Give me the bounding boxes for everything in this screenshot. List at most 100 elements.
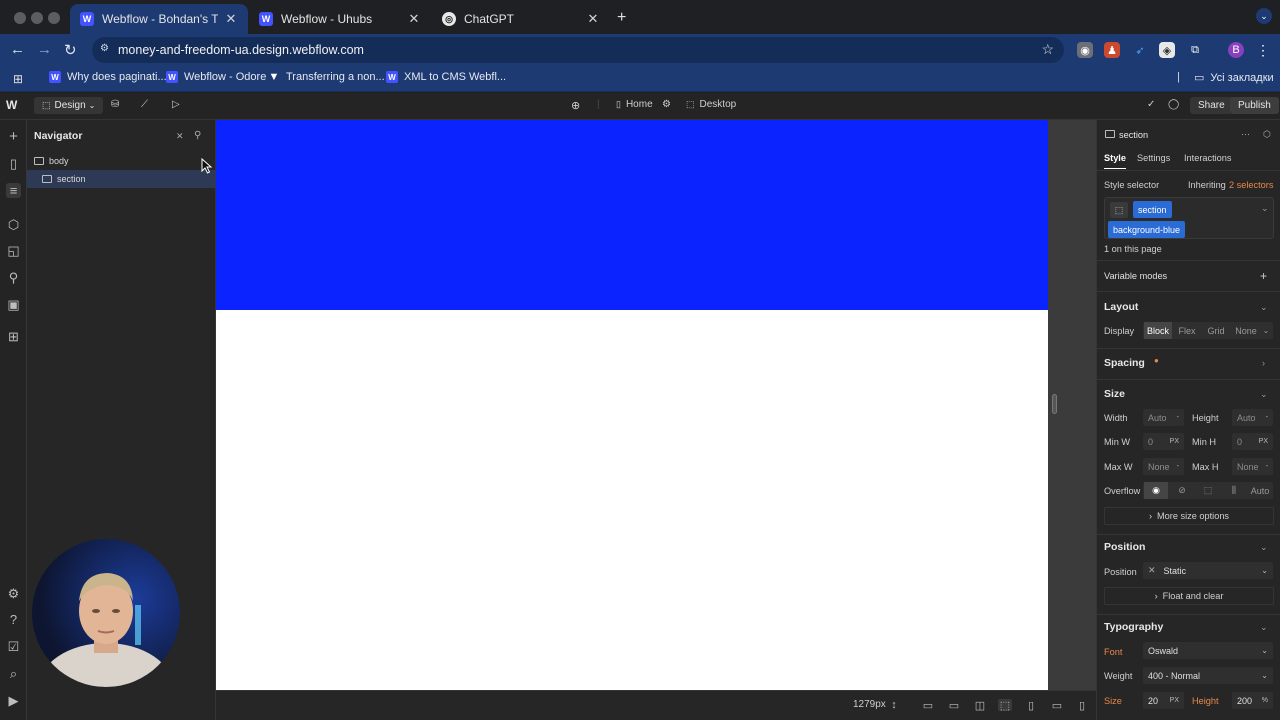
navigator-item-section[interactable]: section	[27, 170, 216, 188]
back-arrow-icon[interactable]: ←	[10, 41, 25, 58]
inheriting-selectors-link[interactable]: 2 selectors	[1229, 180, 1273, 190]
add-elements-icon[interactable]: +	[6, 128, 21, 145]
font-size-field[interactable]: 20 PX	[1143, 692, 1184, 709]
new-tab-icon[interactable]: +	[617, 9, 626, 27]
font-select[interactable]: Oswald ⌄	[1143, 642, 1273, 659]
comments-icon[interactable]: ◯	[1168, 99, 1179, 110]
globe-icon[interactable]: ⊕	[571, 99, 580, 112]
cms-icon[interactable]: ⛁	[111, 99, 119, 110]
all-bookmarks-folder[interactable]: ▭ Усі закладки	[1194, 71, 1274, 85]
chevron-right-icon[interactable]: ›	[1262, 358, 1265, 368]
colorzilla-extension-icon[interactable]: ◈	[1159, 42, 1175, 58]
height-field[interactable]: Auto -	[1232, 409, 1273, 426]
page-settings-gear-icon[interactable]: ⚙	[662, 99, 671, 110]
spacing-section-title[interactable]: Spacing	[1104, 357, 1145, 369]
address-bar[interactable]: ⚙ money-and-freedom-ua.design.webflow.co…	[92, 37, 1064, 63]
site-settings-icon[interactable]: ⚙	[100, 43, 109, 54]
min-height-field[interactable]: 0 PX	[1232, 433, 1273, 450]
close-icon[interactable]: ✕	[407, 11, 421, 27]
chevron-down-icon[interactable]: ⌄	[1260, 542, 1268, 553]
breakpoint-mobile-portrait-icon[interactable]: ▯	[1075, 699, 1089, 712]
bookmark-item[interactable]: W XML to CMS Webfl...	[386, 71, 506, 83]
chevron-down-icon[interactable]: ⌄	[1261, 322, 1271, 339]
help-icon[interactable]: ?	[6, 612, 21, 627]
close-icon[interactable]: ✕	[586, 11, 600, 27]
more-size-options-button[interactable]: › More size options	[1104, 507, 1274, 525]
audit-check-icon[interactable]: ☑	[6, 639, 21, 654]
search-icon[interactable]: ⌕	[6, 666, 21, 681]
typography-section-title[interactable]: Typography	[1104, 621, 1163, 633]
publish-button[interactable]: Publish	[1230, 97, 1279, 114]
max-width-field[interactable]: None -	[1143, 458, 1184, 475]
close-icon[interactable]: ✕	[224, 11, 238, 27]
user-extension-icon[interactable]: ♟	[1104, 42, 1120, 58]
collapse-all-icon[interactable]: ✕	[176, 131, 184, 142]
unit-label[interactable]: PX	[1170, 697, 1179, 704]
bookmark-item[interactable]: W Why does paginati...	[49, 71, 167, 83]
arrow-extension-icon[interactable]: ➶	[1132, 42, 1148, 58]
canvas-resize-handle[interactable]	[1052, 394, 1057, 414]
navigator-icon[interactable]: ≡	[6, 183, 21, 198]
browser-tab[interactable]: ◎ ChatGPT ✕	[432, 4, 610, 34]
components-icon[interactable]: ⬡	[6, 217, 21, 232]
pages-icon[interactable]: ▯	[6, 156, 21, 171]
selector-state-icon[interactable]: ⬚	[1110, 202, 1128, 218]
preview-play-icon[interactable]: ▷	[172, 99, 180, 110]
more-options-icon[interactable]: ⋯	[1241, 129, 1250, 140]
reload-icon[interactable]: ↻	[64, 41, 77, 59]
camera-extension-icon[interactable]: ◉	[1077, 42, 1093, 58]
overflow-clip-icon[interactable]: ⫼	[1222, 482, 1246, 499]
breakpoint-medium-icon[interactable]: ▭	[947, 699, 961, 712]
profile-avatar[interactable]: B	[1228, 42, 1244, 58]
class-selector-field[interactable]: ⬚ section background-blue ⌄	[1104, 197, 1274, 239]
breakpoint-tablet-icon[interactable]: ▯	[1024, 699, 1038, 712]
overflow-auto-option[interactable]: Auto	[1247, 482, 1273, 499]
display-block-option[interactable]: Block	[1144, 322, 1172, 339]
styles-icon[interactable]: ⚲	[6, 270, 21, 285]
browser-tab[interactable]: W Webflow - Bohdan's Trendy S ✕	[70, 4, 248, 34]
chevron-down-icon[interactable]: ⌄	[1260, 622, 1268, 633]
browser-tab[interactable]: W Webflow - Uhubs ✕	[249, 4, 431, 34]
size-section-title[interactable]: Size	[1104, 388, 1125, 400]
bookmark-item[interactable]: ▼ Transferring a non...	[268, 71, 385, 83]
bookmark-star-icon[interactable]: ☆	[1041, 41, 1054, 58]
page-body[interactable]	[216, 120, 1048, 690]
breakpoint-switcher[interactable]: ⬚ Desktop	[686, 99, 736, 110]
max-height-field[interactable]: None -	[1232, 458, 1273, 475]
chevron-down-icon[interactable]: ⌄	[1261, 203, 1269, 214]
chevron-down-icon[interactable]: ⌄	[1260, 389, 1268, 400]
pin-icon[interactable]: ⚲	[194, 130, 201, 141]
line-height-field[interactable]: 200%	[1232, 692, 1273, 709]
bookmark-item[interactable]: W Webflow - Odore	[166, 71, 266, 83]
navigator-item-body[interactable]: body	[27, 152, 216, 170]
class-chip[interactable]: section	[1133, 201, 1172, 218]
browser-menu-icon[interactable]: ⋮	[1255, 42, 1271, 58]
unit-label[interactable]: %	[1262, 697, 1268, 704]
breakpoint-laptop-icon[interactable]: ◫	[973, 699, 987, 712]
video-tutorial-icon[interactable]: ▶	[6, 693, 21, 708]
float-and-clear-button[interactable]: › Float and clear	[1104, 587, 1274, 605]
class-chip[interactable]: background-blue	[1108, 221, 1186, 238]
display-none-option[interactable]: None	[1231, 322, 1261, 339]
tab-style[interactable]: Style	[1104, 153, 1126, 169]
assets-icon[interactable]: ▣	[6, 297, 21, 312]
window-minimize-button[interactable]	[31, 12, 43, 24]
checkmark-icon[interactable]: ✓	[1147, 99, 1155, 110]
section-element[interactable]	[216, 120, 1048, 310]
layout-section-title[interactable]: Layout	[1104, 301, 1138, 313]
tab-interactions[interactable]: Interactions	[1184, 153, 1232, 163]
position-select[interactable]: ✕ Static ⌄	[1143, 562, 1273, 579]
component-icon[interactable]: ⬡	[1263, 129, 1271, 140]
design-canvas[interactable]	[216, 120, 1096, 690]
share-button[interactable]: Share	[1190, 97, 1233, 114]
breakpoint-large-icon[interactable]: ▭	[921, 699, 935, 712]
position-section-title[interactable]: Position	[1104, 541, 1145, 553]
unit-label[interactable]: PX	[1259, 438, 1268, 445]
puzzle-extensions-icon[interactable]: ⧉	[1187, 42, 1203, 58]
min-width-field[interactable]: 0 PX	[1143, 433, 1184, 450]
tab-settings[interactable]: Settings	[1137, 153, 1170, 163]
window-close-button[interactable]	[14, 12, 26, 24]
mode-switcher[interactable]: ⬚ Design ⌄	[34, 97, 104, 114]
overflow-visible-eye-icon[interactable]: ◉	[1144, 482, 1168, 499]
variables-icon[interactable]: ◱	[6, 243, 21, 258]
